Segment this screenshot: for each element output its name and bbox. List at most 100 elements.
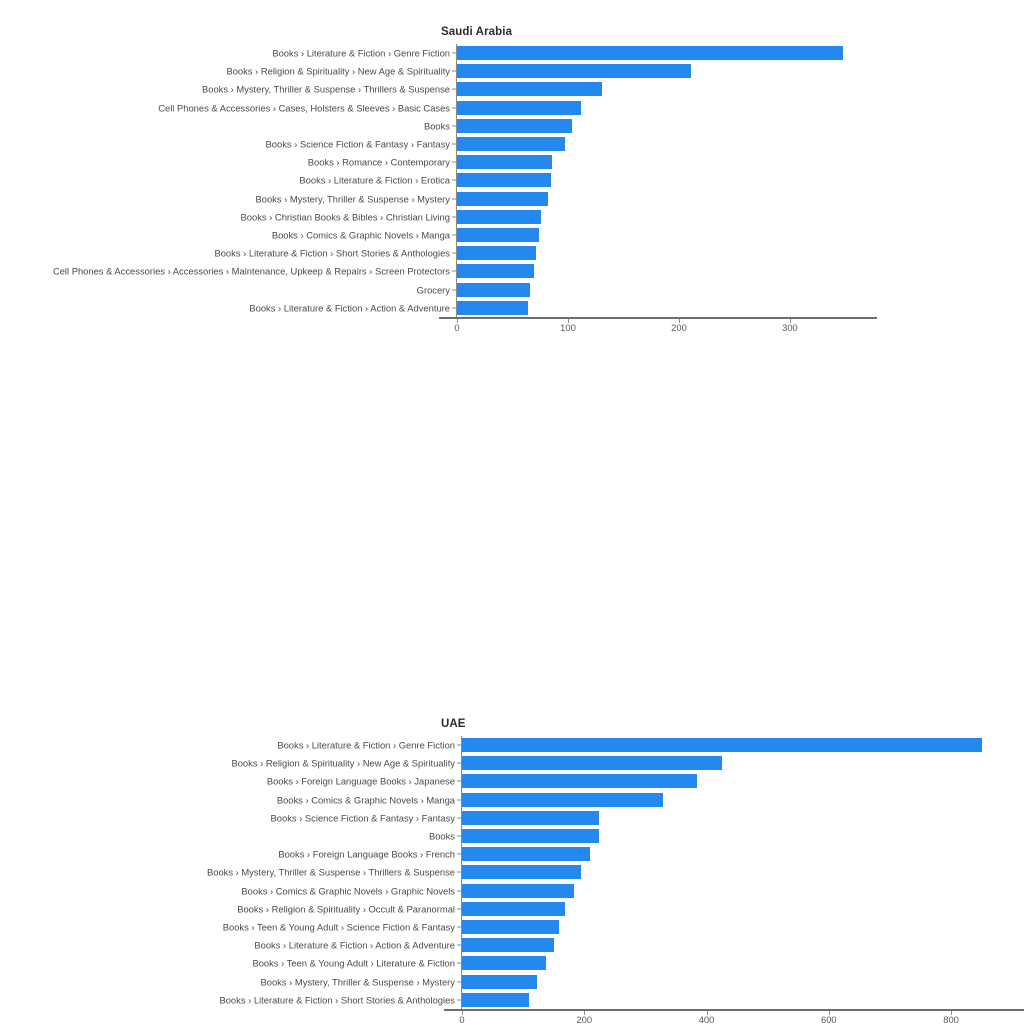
bar	[457, 282, 531, 297]
y-axis-tickmark	[457, 962, 461, 964]
bar	[457, 173, 552, 188]
bar	[457, 246, 536, 261]
y-axis-tickmark	[457, 780, 461, 782]
y-axis-tickmark	[452, 161, 456, 163]
bar	[462, 865, 581, 880]
category-label: Books › Mystery, Thriller & Suspense › M…	[260, 975, 456, 987]
y-axis-tickmark	[457, 871, 461, 873]
bar-row: Books › Literature & Fiction › Erotica	[0, 171, 1024, 189]
x-axis-tick-label: 600	[820, 1013, 837, 1025]
category-label: Books › Teen & Young Adult › Science Fic…	[222, 921, 455, 933]
bar-row: Books › Mystery, Thriller & Suspense › M…	[0, 972, 1024, 990]
y-axis-tickmark	[452, 125, 456, 127]
bar-row: Books › Teen & Young Adult › Science Fic…	[0, 918, 1024, 936]
x-axis-tick-label: 200	[576, 1013, 593, 1025]
bar-row: Books › Literature & Fiction › Genre Fic…	[0, 736, 1024, 754]
bar	[457, 64, 692, 79]
bar	[462, 829, 599, 844]
x-axis-tick-label: 100	[560, 321, 576, 333]
bar	[457, 191, 548, 206]
y-axis-tickmark	[452, 307, 456, 309]
bar	[462, 738, 983, 753]
figure-canvas: Saudi Arabia Books › Literature & Fictio…	[0, 0, 1024, 1024]
category-label: Books › Science Fiction & Fantasy › Fant…	[270, 812, 455, 824]
bar-row: Books › Mystery, Thriller & Suspense › T…	[0, 863, 1024, 881]
bar-row: Books	[0, 827, 1024, 845]
bar-row: Books › Literature & Fiction › Action & …	[0, 299, 1024, 317]
bar	[462, 810, 599, 825]
category-label: Books › Mystery, Thriller & Suspense › T…	[201, 83, 450, 95]
bar	[457, 209, 542, 224]
category-label: Books › Teen & Young Adult › Literature …	[252, 957, 455, 969]
bar-row: Books › Teen & Young Adult › Literature …	[0, 954, 1024, 972]
bar-row: Books › Literature & Fiction › Short Sto…	[0, 991, 1024, 1009]
y-axis-tickmark	[452, 52, 456, 54]
bar	[457, 100, 582, 115]
x-axis-tick-label: 300	[782, 321, 798, 333]
bar-rows-uae: Books › Literature & Fiction › Genre Fic…	[0, 736, 1024, 1009]
category-label: Books › Literature & Fiction › Genre Fic…	[272, 47, 450, 59]
bar-row: Books › Romance › Contemporary	[0, 153, 1024, 171]
plot-area-saudi-arabia: Books › Literature & Fiction › Genre Fic…	[0, 44, 1024, 332]
category-label: Books	[423, 120, 450, 132]
category-label: Books › Religion & Spirituality › Occult…	[237, 903, 455, 915]
bar-row: Books › Comics & Graphic Novels › Manga	[0, 791, 1024, 809]
chart-panel-uae: UAE Books › Literature & Fiction › Genre…	[0, 346, 1024, 1024]
y-axis-tickmark	[452, 143, 456, 145]
y-axis-tickmark	[452, 107, 456, 109]
plot-area-uae: Books › Literature & Fiction › Genre Fic…	[0, 736, 1024, 1024]
category-label: Books › Religion & Spirituality › New Ag…	[231, 757, 455, 769]
y-axis-tickmark	[457, 817, 461, 819]
y-axis-tickmark	[452, 88, 456, 90]
category-label: Books › Foreign Language Books › Japanes…	[266, 775, 455, 787]
bar-row: Books › Comics & Graphic Novels › Graphi…	[0, 882, 1024, 900]
category-label: Cell Phones & Accessories › Cases, Holst…	[158, 101, 450, 113]
category-label: Books › Literature & Fiction › Genre Fic…	[277, 739, 455, 751]
category-label: Books	[428, 830, 455, 842]
bar-row: Books › Science Fiction & Fantasy › Fant…	[0, 135, 1024, 153]
bar-row: Books › Science Fiction & Fantasy › Fant…	[0, 809, 1024, 827]
y-axis-tickmark	[457, 799, 461, 801]
y-axis-tickmark	[452, 270, 456, 272]
bar-row: Books › Religion & Spirituality › Occult…	[0, 900, 1024, 918]
y-axis-tickmark	[457, 890, 461, 892]
bar-row: Books › Foreign Language Books › French	[0, 845, 1024, 863]
y-axis-tickmark	[457, 762, 461, 764]
bar	[457, 46, 844, 61]
bar-rows-saudi-arabia: Books › Literature & Fiction › Genre Fic…	[0, 44, 1024, 317]
y-axis-tickmark	[452, 234, 456, 236]
x-axis-tick-label: 0	[454, 321, 460, 333]
x-axis-tick-label: 0	[459, 1013, 465, 1025]
bar	[462, 847, 591, 862]
category-label: Books › Literature & Fiction › Action & …	[254, 939, 455, 951]
category-label: Books › Foreign Language Books › French	[278, 848, 455, 860]
y-axis-tickmark	[452, 198, 456, 200]
category-label: Books › Religion & Spirituality › New Ag…	[226, 65, 450, 77]
bar	[457, 137, 565, 152]
bar-row: Grocery	[0, 280, 1024, 298]
category-label: Books › Science Fiction & Fantasy › Fant…	[265, 138, 450, 150]
category-label: Books › Comics & Graphic Novels › Manga	[271, 229, 450, 241]
y-axis-tickmark	[452, 289, 456, 291]
category-label: Books › Comics & Graphic Novels › Graphi…	[241, 884, 455, 896]
chart-title-saudi-arabia: Saudi Arabia	[441, 26, 513, 38]
bar	[457, 227, 540, 242]
category-label: Books › Literature & Fiction › Action & …	[249, 302, 450, 314]
bar	[462, 974, 537, 989]
y-axis-tickmark	[457, 944, 461, 946]
y-axis-tickmark	[452, 179, 456, 181]
category-label: Books › Mystery, Thriller & Suspense › T…	[206, 866, 455, 878]
x-axis-ticks-saudi-arabia: 0 100 200 300	[0, 318, 1024, 335]
category-label: Grocery	[416, 283, 450, 295]
bar-row: Books › Comics & Graphic Novels › Manga	[0, 226, 1024, 244]
bar-row: Books › Religion & Spirituality › New Ag…	[0, 754, 1024, 772]
chart-panel-saudi-arabia: Saudi Arabia Books › Literature & Fictio…	[0, 0, 1024, 346]
x-axis-ticks-uae: 0 200 400 600 800	[0, 1010, 1024, 1027]
bar	[462, 919, 559, 934]
bar-row: Cell Phones & Accessories › Cases, Holst…	[0, 99, 1024, 117]
category-label: Books › Christian Books & Bibles › Chris…	[240, 211, 450, 223]
bar-row: Books	[0, 117, 1024, 135]
bar	[462, 792, 663, 807]
category-label: Books › Romance › Contemporary	[307, 156, 450, 168]
bar-row: Books › Religion & Spirituality › New Ag…	[0, 62, 1024, 80]
